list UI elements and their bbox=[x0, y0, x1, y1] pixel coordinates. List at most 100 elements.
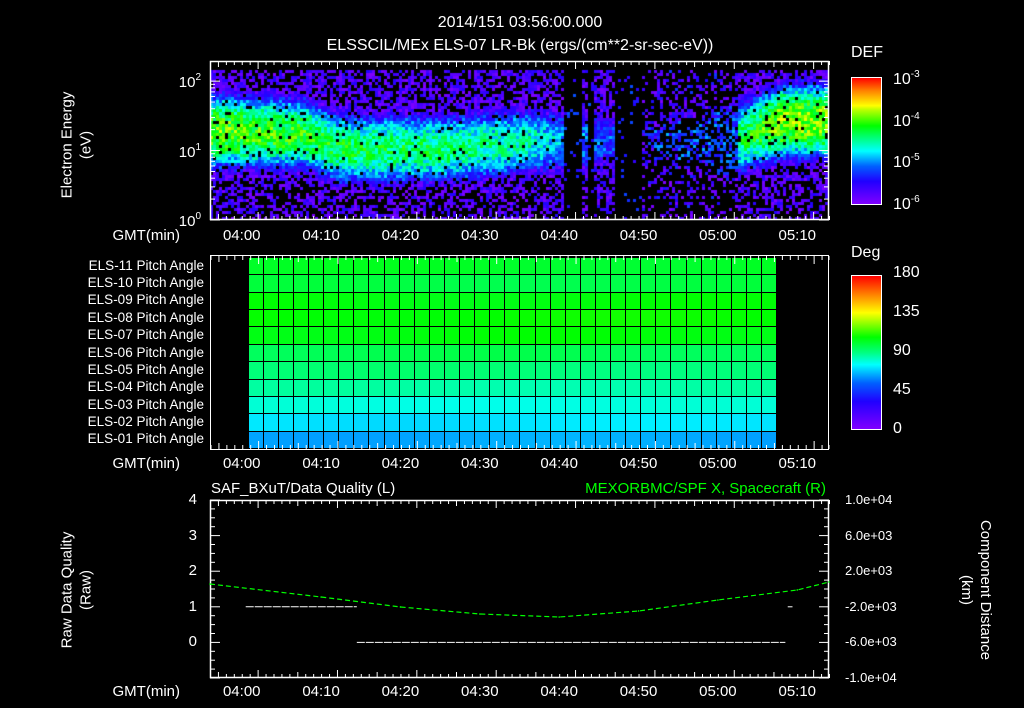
spacecraft-x-point bbox=[479, 613, 481, 615]
distance-tick-label: 2.0e+03 bbox=[845, 563, 893, 579]
time-tick-label: 05:10 bbox=[778, 683, 817, 700]
spacecraft-x-line bbox=[209, 581, 830, 618]
energy-tick-label: 102 bbox=[178, 72, 201, 92]
time-tick-label: 04:50 bbox=[619, 227, 658, 244]
pitch-row-label: ELS-09 Pitch Angle bbox=[87, 292, 204, 308]
time-tick-label: 04:40 bbox=[540, 683, 578, 700]
tick-exponent: 1 bbox=[195, 141, 201, 153]
tick-base: 10 bbox=[178, 143, 196, 161]
time-tick-label: 05:00 bbox=[699, 227, 737, 244]
def-colorbar-label: 10-4 bbox=[893, 110, 920, 130]
pitch-row-label: ELS-04 Pitch Angle bbox=[87, 379, 204, 395]
gmt-axis-label: GMT(min) bbox=[112, 227, 181, 244]
tick-exponent: 2 bbox=[195, 72, 201, 84]
tick-exponent: -5 bbox=[910, 152, 920, 163]
pitch-row-label: ELS-01 Pitch Angle bbox=[87, 431, 204, 447]
time-tick-label: 04:00 bbox=[222, 455, 261, 472]
time-tick-label: 04:30 bbox=[461, 683, 499, 700]
quality-axis-unit: (Raw) bbox=[77, 570, 94, 610]
deg-colorbar-label: 90 bbox=[893, 342, 911, 359]
quality-axis-title: Raw Data Quality (Raw) bbox=[58, 532, 96, 649]
time-tick-label: 05:10 bbox=[778, 455, 817, 472]
pitch-row-label: ELS-06 Pitch Angle bbox=[87, 344, 204, 360]
time-tick-label: 04:20 bbox=[381, 455, 420, 472]
spacecraft-x-point bbox=[717, 599, 719, 601]
time-tick-label: 04:50 bbox=[619, 455, 658, 472]
time-tick-label: 05:00 bbox=[699, 683, 737, 700]
tick-base: 10 bbox=[178, 74, 196, 92]
time-tick-label: 04:40 bbox=[540, 227, 578, 244]
spacecraft-x-point bbox=[796, 589, 799, 591]
time-tick-label: 04:40 bbox=[540, 455, 578, 472]
distance-tick-label: -1.0e+04 bbox=[845, 670, 897, 685]
pitch-row-label: ELS-05 Pitch Angle bbox=[87, 361, 204, 377]
plot-timestamp: 2014/151 03:56:00.000 bbox=[437, 14, 603, 31]
time-tick-label: 04:00 bbox=[222, 227, 261, 244]
tick-exponent: -6 bbox=[910, 193, 920, 205]
pitch-row-label: ELS-08 Pitch Angle bbox=[87, 309, 204, 325]
spacecraft-x-point bbox=[399, 606, 402, 608]
def-colorbar-label: 10-5 bbox=[893, 153, 920, 171]
pitch-row-label: ELS-02 Pitch Angle bbox=[87, 413, 204, 429]
distance-tick-label: 1.0e+04 bbox=[845, 492, 893, 507]
time-tick-label: 04:20 bbox=[381, 227, 420, 244]
tick-exponent: 0 bbox=[195, 211, 201, 222]
spacecraft-x-point bbox=[828, 581, 830, 583]
tick-exponent: -4 bbox=[910, 110, 920, 122]
quality-title: SAF_BXuT/Data Quality (L) bbox=[211, 480, 396, 497]
time-tick-label: 04:00 bbox=[222, 683, 261, 700]
quality-tick-label: 3 bbox=[188, 526, 197, 544]
deg-colorbar-label: 135 bbox=[893, 303, 920, 320]
gmt-axis-label: GMT(min) bbox=[112, 455, 181, 472]
deg-colorbar-label: 45 bbox=[893, 381, 911, 398]
pitch-row-label: ELS-03 Pitch Angle bbox=[87, 396, 204, 412]
tick-base: 10 bbox=[893, 195, 911, 213]
tick-base: 10 bbox=[893, 112, 911, 130]
time-tick-label: 04:10 bbox=[302, 455, 340, 472]
energy-tick-label: 101 bbox=[178, 141, 201, 161]
distance-tick-label: 6.0e+03 bbox=[845, 527, 893, 543]
distance-tick-label: -6.0e+03 bbox=[845, 634, 897, 650]
def-colorbar-label: 10-3 bbox=[893, 70, 920, 88]
deg-colorbar-label: 0 bbox=[893, 420, 902, 437]
deg-colorbar bbox=[851, 275, 882, 430]
def-colorbar-label: 10-6 bbox=[893, 193, 920, 213]
time-tick-label: 04:20 bbox=[381, 683, 420, 700]
position-title: MEXORBMC/SPF X, Spacecraft (R) bbox=[585, 480, 826, 497]
plot-title: ELSSCIL/MEx ELS-07 LR-Bk (ergs/(cm**2-sr… bbox=[326, 37, 714, 54]
spacecraft-x-point bbox=[558, 616, 560, 618]
energy-axis-unit: (eV) bbox=[77, 130, 94, 160]
tick-base: 10 bbox=[893, 154, 911, 171]
def-colorbar bbox=[851, 77, 882, 205]
time-tick-label: 05:10 bbox=[778, 227, 817, 244]
tick-base: 10 bbox=[893, 71, 911, 88]
def-colorbar-title: DEF bbox=[851, 44, 883, 61]
tick-exponent: -3 bbox=[910, 69, 920, 80]
spacecraft-x-point bbox=[637, 610, 640, 612]
time-tick-label: 04:50 bbox=[619, 683, 658, 700]
quality-plot-frame bbox=[209, 499, 830, 679]
energy-axis-title: Electron Energy (eV) bbox=[58, 92, 96, 199]
energy-tick-label: 100 bbox=[178, 211, 201, 230]
quality-tick-label: 1 bbox=[188, 597, 197, 615]
time-tick-label: 04:30 bbox=[461, 227, 499, 244]
deg-colorbar-title: Deg bbox=[851, 244, 881, 261]
pitch-row-label: ELS-11 Pitch Angle bbox=[88, 257, 204, 273]
deg-colorbar-label: 180 bbox=[893, 264, 920, 281]
pitch-axis-ticks bbox=[211, 256, 830, 449]
quality-axis-label: Raw Data Quality bbox=[58, 531, 76, 649]
distance-axis-title: Component Distance (km) bbox=[956, 520, 994, 660]
gmt-axis-label: GMT(min) bbox=[112, 683, 181, 700]
distance-axis-label: Component Distance bbox=[976, 519, 994, 661]
quality-tick-label: 2 bbox=[188, 562, 197, 580]
electron-spectrogram bbox=[210, 61, 829, 220]
spacecraft-x-point bbox=[320, 596, 322, 598]
tick-base: 10 bbox=[178, 213, 196, 230]
quality-tick-label: 0 bbox=[188, 633, 197, 651]
distance-tick-label: -2.0e+03 bbox=[845, 598, 897, 614]
time-tick-label: 04:10 bbox=[302, 227, 340, 244]
distance-axis-unit: (km) bbox=[958, 574, 975, 605]
spacecraft-x-point bbox=[209, 583, 211, 585]
time-tick-label: 05:00 bbox=[699, 455, 737, 472]
time-tick-label: 04:30 bbox=[461, 455, 499, 472]
